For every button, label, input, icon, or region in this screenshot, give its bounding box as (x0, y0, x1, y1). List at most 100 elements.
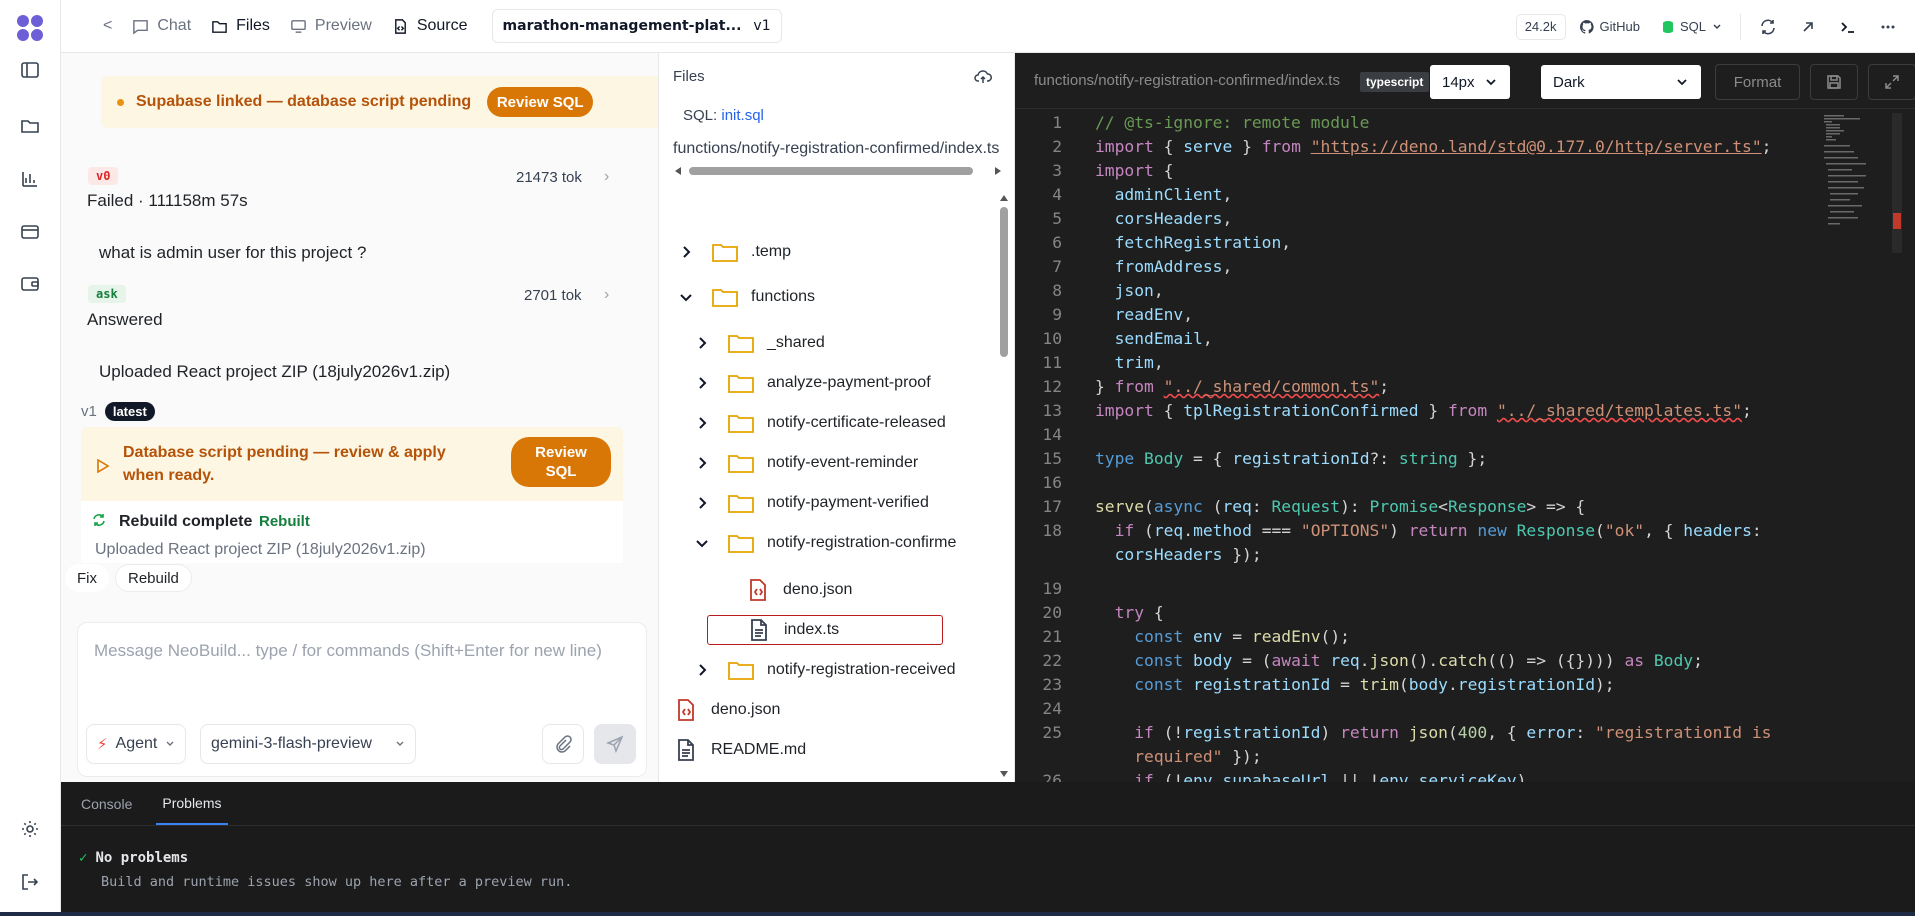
rebuild-button[interactable]: Rebuild (115, 564, 192, 592)
open-external-button[interactable] (1791, 10, 1825, 44)
folder-icon (727, 531, 755, 555)
settings-gear-icon[interactable] (14, 813, 46, 845)
tree-folder[interactable]: .temp (675, 237, 791, 267)
problems-title: ✓ No problems (79, 850, 188, 866)
tab-console[interactable]: Console (75, 783, 138, 825)
chevron-down-icon[interactable] (675, 290, 697, 304)
language-badge: typescript (1360, 72, 1430, 92)
vertical-scrollbar[interactable] (998, 193, 1010, 782)
tree-folder[interactable]: functions (675, 282, 815, 312)
folder-icon (711, 240, 739, 264)
chevron-right-icon[interactable]: › (604, 286, 609, 304)
tree-folder[interactable]: notify-certificate-released (691, 408, 946, 438)
editor-header: functions/notify-registration-confirmed/… (1015, 53, 1915, 109)
chevron-right-icon[interactable] (691, 663, 713, 677)
project-selector[interactable]: marathon-management-plat... v1 (491, 9, 782, 43)
chevron-right-icon[interactable] (691, 496, 713, 510)
message-input[interactable] (94, 641, 634, 661)
tree-item-label: notify-payment-verified (767, 494, 929, 511)
left-rail (0, 0, 61, 916)
top-bar-right: 24.2k GitHub SQL (1515, 0, 1915, 53)
expand-button[interactable] (1868, 64, 1915, 100)
app-root: < Chat Files Preview Source marathon-man… (0, 0, 1915, 916)
fix-button[interactable]: Fix (65, 564, 109, 592)
folder-icon (727, 451, 755, 475)
toolbar-divider (1740, 13, 1741, 40)
message-v0-status: Failed · 111158m 57s (87, 191, 248, 210)
project-version: v1 (753, 18, 771, 34)
json-file-icon (671, 698, 699, 722)
theme-select[interactable]: Dark (1541, 65, 1701, 99)
sql-file-line: SQL: init.sql (683, 107, 764, 124)
format-button[interactable]: Format (1715, 64, 1800, 100)
chevron-down-icon[interactable] (691, 536, 713, 550)
code-area[interactable]: 1// @ts-ignore: remote module 2 import { … (1015, 113, 1815, 782)
logout-icon[interactable] (14, 866, 46, 898)
review-sql-button[interactable]: Review SQL (511, 437, 611, 487)
wallet-icon[interactable] (14, 268, 46, 300)
files-panel: Files SQL: init.sql functions/notify-reg… (659, 53, 1015, 782)
tab-problems[interactable]: Problems (156, 783, 228, 825)
chevron-right-icon[interactable]: › (604, 168, 609, 186)
tree-folder[interactable]: _shared (691, 328, 825, 358)
tree-folder[interactable]: notify-payment-verified (691, 488, 929, 518)
analytics-icon[interactable] (14, 163, 46, 195)
code-minimap[interactable] (1822, 113, 1902, 253)
save-button[interactable] (1810, 64, 1858, 100)
tree-file[interactable]: deno.json (707, 575, 852, 605)
upload-cloud-icon[interactable] (974, 68, 992, 86)
tree-file[interactable]: deno.json (671, 695, 780, 725)
attach-button[interactable] (542, 724, 584, 764)
code-file-icon (394, 18, 406, 34)
github-label: GitHub (1599, 19, 1640, 34)
latest-badge: latest (104, 402, 155, 421)
chevron-right-icon[interactable] (691, 456, 713, 470)
chat-icon (133, 19, 149, 35)
font-size-select[interactable]: 14px (1430, 65, 1510, 99)
code-editor: functions/notify-registration-confirmed/… (1015, 53, 1915, 782)
terminal-button[interactable] (1831, 10, 1865, 44)
send-button[interactable] (594, 724, 636, 764)
tree-item-label: .temp (751, 243, 792, 260)
tab-preview[interactable]: Preview (280, 9, 382, 43)
model-selector[interactable]: gemini-3-flash-preview (200, 724, 416, 764)
tree-folder[interactable]: notify-event-reminder (691, 448, 918, 478)
back-button[interactable]: < (93, 9, 122, 43)
tree-file[interactable]: index.ts (707, 615, 943, 645)
tab-files[interactable]: Files (201, 9, 280, 43)
tree-folder[interactable]: notify-registration-confirme (691, 528, 956, 558)
refresh-button[interactable] (1751, 10, 1785, 44)
refresh-icon (93, 514, 105, 526)
tab-preview-label: Preview (314, 17, 372, 34)
tab-chat[interactable]: Chat (122, 9, 201, 43)
send-icon (606, 735, 624, 753)
model-label: gemini-3-flash-preview (211, 735, 372, 752)
tree-item-label: deno.json (783, 581, 853, 598)
chat-panel: Supabase linked — database script pendin… (61, 53, 659, 782)
review-sql-button[interactable]: Review SQL (487, 87, 594, 117)
agent-mode-selector[interactable]: ⚡ Agent (86, 724, 187, 764)
toggle-sidebar-icon[interactable] (14, 54, 46, 86)
sql-dropdown[interactable]: SQL (1654, 12, 1730, 42)
upload-message: Uploaded React project ZIP (18july2026v1… (99, 362, 451, 381)
horizontal-scrollbar[interactable] (673, 165, 1003, 177)
folder-icon[interactable] (14, 110, 46, 142)
chevron-right-icon[interactable] (691, 376, 713, 390)
tree-item-label: notify-registration-received (767, 661, 956, 678)
tab-source[interactable]: Source (382, 9, 478, 43)
github-button[interactable]: GitHub (1572, 12, 1648, 42)
chevron-right-icon[interactable] (691, 336, 713, 350)
current-file-path: functions/notify-registration-confirmed/… (673, 140, 1000, 157)
status-dot (117, 98, 124, 106)
tree-folder[interactable]: analyze-payment-proof (691, 368, 931, 398)
card-icon[interactable] (14, 216, 46, 248)
tree-folder[interactable]: notify-registration-received (691, 655, 956, 685)
more-menu-button[interactable] (1871, 10, 1905, 44)
chevron-down-icon (1486, 79, 1496, 86)
tree-file[interactable]: README.md (671, 735, 806, 765)
save-disk-icon (1827, 75, 1841, 89)
sql-file-link[interactable]: init.sql (721, 107, 764, 124)
chevron-right-icon[interactable] (691, 416, 713, 430)
chevron-right-icon[interactable] (675, 245, 697, 259)
tree-item-label: analyze-payment-proof (767, 374, 931, 391)
